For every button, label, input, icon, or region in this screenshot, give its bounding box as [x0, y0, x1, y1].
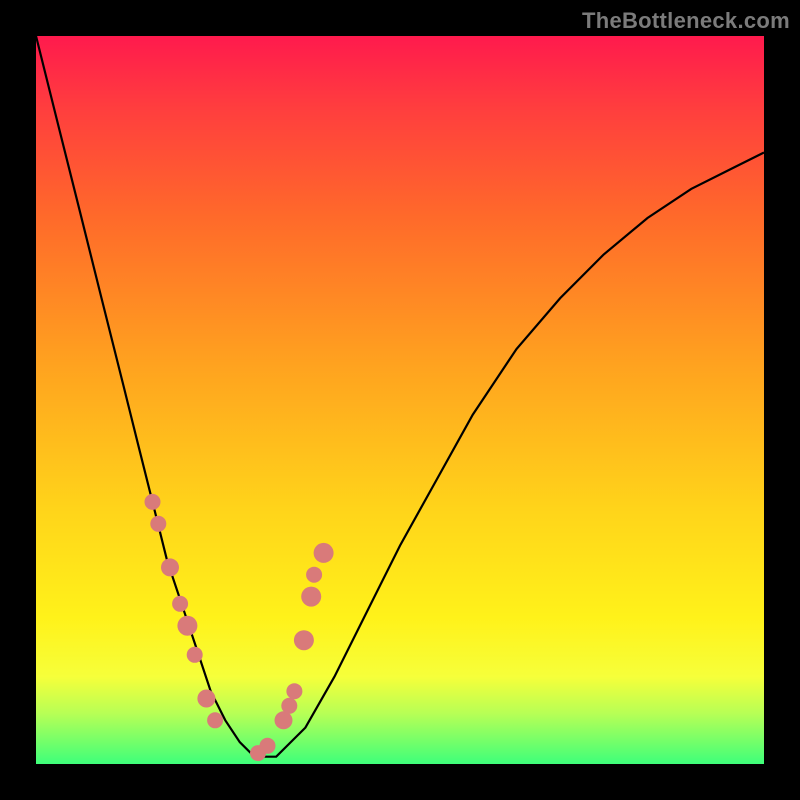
chart-plot-area [36, 36, 764, 764]
bottleneck-curve [36, 36, 764, 757]
curve-marker [275, 711, 293, 729]
curve-marker [197, 690, 215, 708]
curve-marker [314, 543, 334, 563]
watermark-text: TheBottleneck.com [582, 8, 790, 34]
curve-marker [286, 683, 302, 699]
curve-marker [150, 516, 166, 532]
curve-markers [145, 494, 334, 761]
curve-marker [187, 647, 203, 663]
curve-marker [301, 587, 321, 607]
curve-marker [281, 698, 297, 714]
curve-marker [294, 630, 314, 650]
curve-marker [172, 596, 188, 612]
curve-marker [145, 494, 161, 510]
curve-marker [306, 567, 322, 583]
curve-marker [207, 712, 223, 728]
curve-marker [161, 558, 179, 576]
curve-marker [260, 738, 276, 754]
curve-marker [177, 616, 197, 636]
chart-svg [36, 36, 764, 764]
